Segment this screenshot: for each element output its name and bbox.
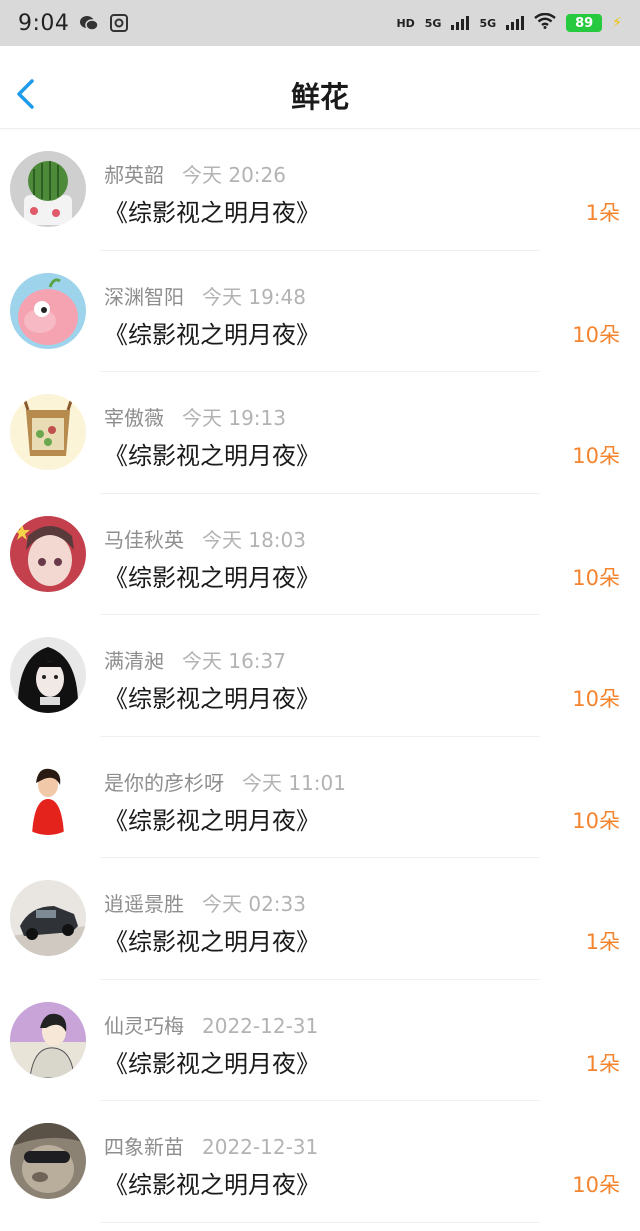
timestamp: 今天 18:03 [202, 527, 306, 552]
book-title: 《综影视之明月夜》 [104, 442, 320, 470]
list-item[interactable]: 仙灵巧梅 2022-12-31 《综影视之明月夜》 1朵 [0, 980, 640, 1101]
list-item[interactable]: 满清昶 今天 16:37 《综影视之明月夜》 10朵 [0, 615, 640, 737]
user-name: 深渊智阳 今天 19:48 [104, 284, 306, 309]
user-name: 逍遥景胜 今天 02:33 [104, 892, 306, 916]
wifi-icon [534, 12, 556, 33]
flower-count: 10朵 [572, 687, 620, 711]
signal-icon [506, 16, 525, 30]
avatar[interactable] [10, 272, 86, 349]
avatar[interactable] [10, 637, 86, 713]
network-5g-1: 5G [424, 16, 442, 30]
battery-icon: 89 [566, 14, 603, 32]
flower-list: 郝英韶 今天 20:26 《综影视之明月夜》 1朵 深渊智阳 今天 19:48 《综… [0, 129, 640, 1223]
flower-count: 10朵 [572, 322, 620, 347]
status-bar: 9:04 HD 5G 5G 89 ⚡ [0, 0, 640, 46]
charging-icon: ⚡ [612, 15, 622, 31]
flower-count: 1朵 [585, 201, 620, 225]
book-title: 《综影视之明月夜》 [104, 320, 320, 349]
book-title: 《综影视之明月夜》 [104, 806, 320, 835]
user-name: 是你的彦杉呀 今天 11:01 [104, 770, 346, 795]
flower-count: 10朵 [572, 808, 620, 833]
book-title: 《综影视之明月夜》 [104, 1049, 320, 1078]
avatar[interactable] [10, 758, 86, 835]
hd-indicator: HD [396, 16, 415, 30]
user-name: 马佳秋英 今天 18:03 [104, 527, 306, 552]
status-right: HD 5G 5G 89 ⚡ [396, 12, 622, 33]
app-notification-icon [109, 14, 129, 32]
timestamp: 今天 02:33 [202, 892, 306, 916]
flower-count: 10朵 [572, 444, 620, 468]
user-name: 四象新苗 2022-12-31 [104, 1135, 319, 1159]
flower-count: 1朵 [585, 1051, 620, 1076]
avatar[interactable] [10, 515, 86, 592]
list-item[interactable]: 逍遥景胜 今天 02:33 《综影视之明月夜》 1朵 [0, 858, 640, 980]
divider [100, 1221, 540, 1223]
user-name: 仙灵巧梅 2022-12-31 [104, 1013, 319, 1038]
network-5g-2: 5G [479, 16, 497, 30]
flower-count: 1朵 [585, 930, 620, 954]
timestamp: 今天 19:13 [182, 406, 286, 430]
list-item[interactable]: 四象新苗 2022-12-31 《综影视之明月夜》 10朵 [0, 1101, 640, 1223]
avatar[interactable] [10, 394, 86, 470]
wechat-icon [79, 14, 100, 32]
list-item[interactable]: 深渊智阳 今天 19:48 《综影视之明月夜》 10朵 [0, 251, 640, 372]
timestamp: 2022-12-31 [202, 1135, 319, 1159]
flower-count: 10朵 [572, 565, 620, 590]
header: 鲜花 [0, 46, 640, 129]
list-item[interactable]: 是你的彦杉呀 今天 11:01 《综影视之明月夜》 10朵 [0, 737, 640, 858]
timestamp: 今天 11:01 [242, 770, 346, 795]
user-name: 郝英韶 今天 20:26 [104, 163, 286, 187]
list-item[interactable]: 宰傲薇 今天 19:13 《综影视之明月夜》 10朵 [0, 372, 640, 494]
book-title: 《综影视之明月夜》 [104, 563, 320, 592]
timestamp: 今天 16:37 [182, 649, 286, 673]
book-title: 《综影视之明月夜》 [104, 685, 320, 713]
list-item[interactable]: 马佳秋英 今天 18:03 《综影视之明月夜》 10朵 [0, 494, 640, 615]
avatar[interactable] [10, 1001, 86, 1078]
book-title: 《综影视之明月夜》 [104, 928, 320, 956]
avatar[interactable] [10, 1123, 86, 1199]
timestamp: 今天 19:48 [202, 284, 306, 309]
user-name: 宰傲薇 今天 19:13 [104, 406, 286, 430]
status-time: 9:04 [18, 10, 70, 36]
flower-count: 10朵 [572, 1173, 620, 1197]
list-item[interactable]: 郝英韶 今天 20:26 《综影视之明月夜》 1朵 [0, 129, 640, 251]
user-name: 满清昶 今天 16:37 [104, 649, 286, 673]
avatar[interactable] [10, 151, 86, 227]
book-title: 《综影视之明月夜》 [104, 1171, 320, 1199]
page-title: 鲜花 [290, 80, 349, 114]
timestamp: 2022-12-31 [202, 1013, 319, 1038]
signal-icon [451, 16, 470, 30]
timestamp: 今天 20:26 [182, 163, 286, 187]
avatar[interactable] [10, 880, 86, 956]
book-title: 《综影视之明月夜》 [104, 199, 320, 227]
